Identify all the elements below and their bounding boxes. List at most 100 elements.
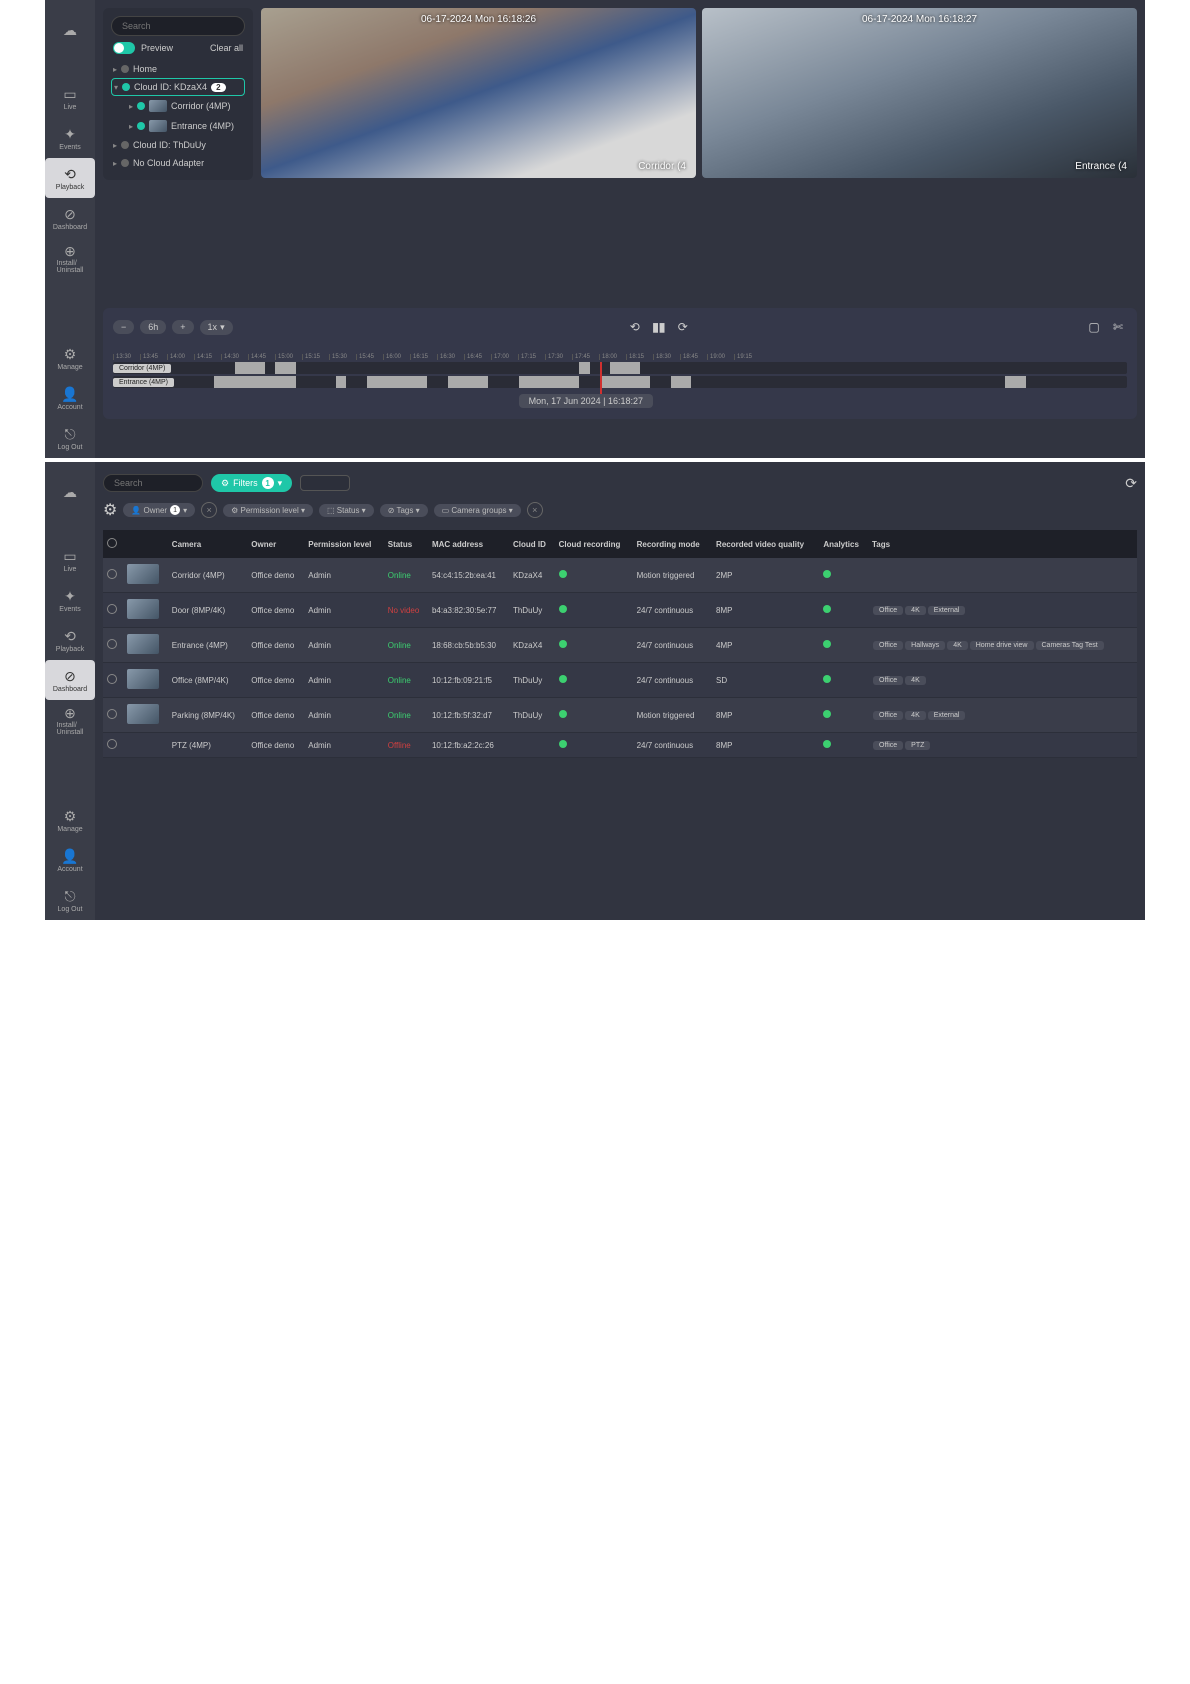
nav-logout[interactable]: ⎋Log Out bbox=[45, 418, 95, 458]
clip-icon[interactable]: ✄ bbox=[1109, 318, 1127, 336]
nav-live[interactable]: ▭Live bbox=[45, 540, 95, 580]
clear-all-link[interactable]: Clear all bbox=[210, 43, 243, 53]
cell-mac: 10:12:fb:09:21:f5 bbox=[428, 663, 509, 698]
nav-manage[interactable]: ⚙Manage bbox=[45, 338, 95, 378]
clear-filters[interactable]: × bbox=[527, 502, 543, 518]
tree-search-input[interactable] bbox=[111, 16, 245, 36]
nav-dashboard[interactable]: ⊘Dashboard bbox=[45, 198, 95, 238]
cell-tags: Office4KExternal bbox=[868, 698, 1137, 733]
unknown-button[interactable] bbox=[300, 475, 350, 491]
cell-cloudrec bbox=[555, 663, 633, 698]
table-row[interactable]: PTZ (4MP)Office demoAdminOffline10:12:fb… bbox=[103, 733, 1137, 758]
logo-icon: ☁ bbox=[45, 10, 95, 50]
filter-chip-cameragroups[interactable]: ▭ Camera groups ▾ bbox=[434, 504, 521, 517]
filter-chip-owner[interactable]: 👤 Owner 1 ▾ bbox=[123, 503, 195, 517]
timeline-axis: 13:3013:4514:0014:1514:3014:4515:0015:15… bbox=[113, 340, 1127, 360]
timeline: − 6h + 1x ▾ ⟲ ▮▮ ⟳ ▢ ✄ 13:3013:4514:0014… bbox=[103, 308, 1137, 419]
speed-select[interactable]: 1x ▾ bbox=[200, 320, 233, 335]
row-select[interactable] bbox=[107, 569, 117, 579]
cell-analytics bbox=[819, 663, 868, 698]
zoom-in-button[interactable]: + bbox=[172, 320, 193, 334]
video-frame-1[interactable]: 06-17-2024 Mon 16:18:26 Corridor (4 bbox=[261, 8, 696, 178]
chip-clear[interactable]: × bbox=[201, 502, 217, 518]
row-select[interactable] bbox=[107, 709, 117, 719]
filter-chip-permissionlevel[interactable]: ⚙ Permission level ▾ bbox=[223, 504, 313, 517]
filter-chip-status[interactable]: ⬚ Status ▾ bbox=[319, 504, 374, 517]
zoom-level: 6h bbox=[140, 320, 166, 334]
nav-installuninstall[interactable]: ⊕Install/Uninstall bbox=[45, 700, 95, 740]
nav-live[interactable]: ▭Live bbox=[45, 78, 95, 118]
cell-quality: SD bbox=[712, 663, 819, 698]
tree-node[interactable]: ▸No Cloud Adapter bbox=[111, 154, 245, 172]
timeline-tick: 14:15 bbox=[194, 354, 221, 360]
cell-cloudid: KDzaX4 bbox=[509, 558, 555, 593]
skip-back-icon[interactable]: ⟲ bbox=[626, 318, 644, 336]
cell-permission: Admin bbox=[304, 663, 384, 698]
timeline-tick: 14:30 bbox=[221, 354, 248, 360]
column-header: Permission level bbox=[304, 530, 384, 558]
video-frame-2[interactable]: 06-17-2024 Mon 16:18:27 Entrance (4 bbox=[702, 8, 1137, 178]
cell-quality: 4MP bbox=[712, 628, 819, 663]
nav-account[interactable]: 👤Account bbox=[45, 840, 95, 880]
logo-icon: ☁ bbox=[45, 472, 95, 512]
column-header: Status bbox=[384, 530, 428, 558]
nav-events[interactable]: ✦Events bbox=[45, 580, 95, 620]
camera-thumb bbox=[127, 704, 159, 724]
zoom-out-button[interactable]: − bbox=[113, 320, 134, 334]
table-row[interactable]: Office (8MP/4K)Office demoAdminOnline10:… bbox=[103, 663, 1137, 698]
cell-mode: Motion triggered bbox=[633, 558, 712, 593]
timeline-tick: 19:15 bbox=[734, 354, 761, 360]
cell-mode: 24/7 continuous bbox=[633, 733, 712, 758]
cell-analytics bbox=[819, 698, 868, 733]
cell-mode: Motion triggered bbox=[633, 698, 712, 733]
timeline-track-1[interactable]: Corridor (4MP) bbox=[113, 362, 1127, 374]
nav-dashboard[interactable]: ⊘Dashboard bbox=[45, 660, 95, 700]
snapshot-icon[interactable]: ▢ bbox=[1085, 318, 1103, 336]
row-select[interactable] bbox=[107, 739, 117, 749]
filter-chip-tags[interactable]: ⊘ Tags ▾ bbox=[380, 504, 428, 517]
cell-permission: Admin bbox=[304, 733, 384, 758]
nav-playback[interactable]: ⟲Playback bbox=[45, 158, 95, 198]
table-row[interactable]: Entrance (4MP)Office demoAdminOnline18:6… bbox=[103, 628, 1137, 663]
dashboard-search-input[interactable] bbox=[103, 474, 203, 492]
table-row[interactable]: Parking (8MP/4K)Office demoAdminOnline10… bbox=[103, 698, 1137, 733]
nav-playback[interactable]: ⟲Playback bbox=[45, 620, 95, 660]
tree-node[interactable]: ▸Cloud ID: ThDuUy bbox=[111, 136, 245, 154]
camera-thumb bbox=[127, 669, 159, 689]
row-select[interactable] bbox=[107, 639, 117, 649]
cell-owner: Office demo bbox=[247, 733, 304, 758]
cell-cloudrec bbox=[555, 733, 633, 758]
preview-toggle[interactable] bbox=[113, 42, 135, 54]
column-header: Tags bbox=[868, 530, 1137, 558]
timeline-tick: 19:00 bbox=[707, 354, 734, 360]
row-select[interactable] bbox=[107, 674, 117, 684]
settings-icon[interactable]: ⚙ bbox=[103, 500, 117, 520]
nav-account[interactable]: 👤Account bbox=[45, 378, 95, 418]
filters-button[interactable]: ⚙ Filters 1 ▾ bbox=[211, 474, 292, 492]
video-label: Corridor (4 bbox=[638, 161, 686, 172]
timeline-tick: 14:00 bbox=[167, 354, 194, 360]
tree-node[interactable]: ▸Corridor (4MP) bbox=[111, 96, 245, 116]
skip-forward-icon[interactable]: ⟳ bbox=[674, 318, 692, 336]
nav-logout[interactable]: ⎋Log Out bbox=[45, 880, 95, 920]
cell-cloudid bbox=[509, 733, 555, 758]
video-timestamp: 06-17-2024 Mon 16:18:27 bbox=[862, 14, 977, 25]
cell-permission: Admin bbox=[304, 628, 384, 663]
nav-installuninstall[interactable]: ⊕Install/Uninstall bbox=[45, 238, 95, 278]
tree-node[interactable]: ▸Home bbox=[111, 60, 245, 78]
table-row[interactable]: Corridor (4MP)Office demoAdminOnline54:c… bbox=[103, 558, 1137, 593]
table-row[interactable]: Door (8MP/4K)Office demoAdminNo videob4:… bbox=[103, 593, 1137, 628]
timeline-track-2[interactable]: Entrance (4MP) bbox=[113, 376, 1127, 388]
nav-events[interactable]: ✦Events bbox=[45, 118, 95, 158]
row-select[interactable] bbox=[107, 604, 117, 614]
refresh-icon[interactable]: ⟳ bbox=[1125, 475, 1137, 492]
tree-node[interactable]: ▸Entrance (4MP) bbox=[111, 116, 245, 136]
timeline-tick: 18:15 bbox=[626, 354, 653, 360]
column-header bbox=[103, 530, 123, 558]
nav-manage[interactable]: ⚙Manage bbox=[45, 800, 95, 840]
timeline-tick: 17:00 bbox=[491, 354, 518, 360]
cell-tags: Office4K bbox=[868, 663, 1137, 698]
tree-node[interactable]: ▾Cloud ID: KDzaX42 bbox=[111, 78, 245, 96]
pause-icon[interactable]: ▮▮ bbox=[650, 318, 668, 336]
cell-owner: Office demo bbox=[247, 593, 304, 628]
